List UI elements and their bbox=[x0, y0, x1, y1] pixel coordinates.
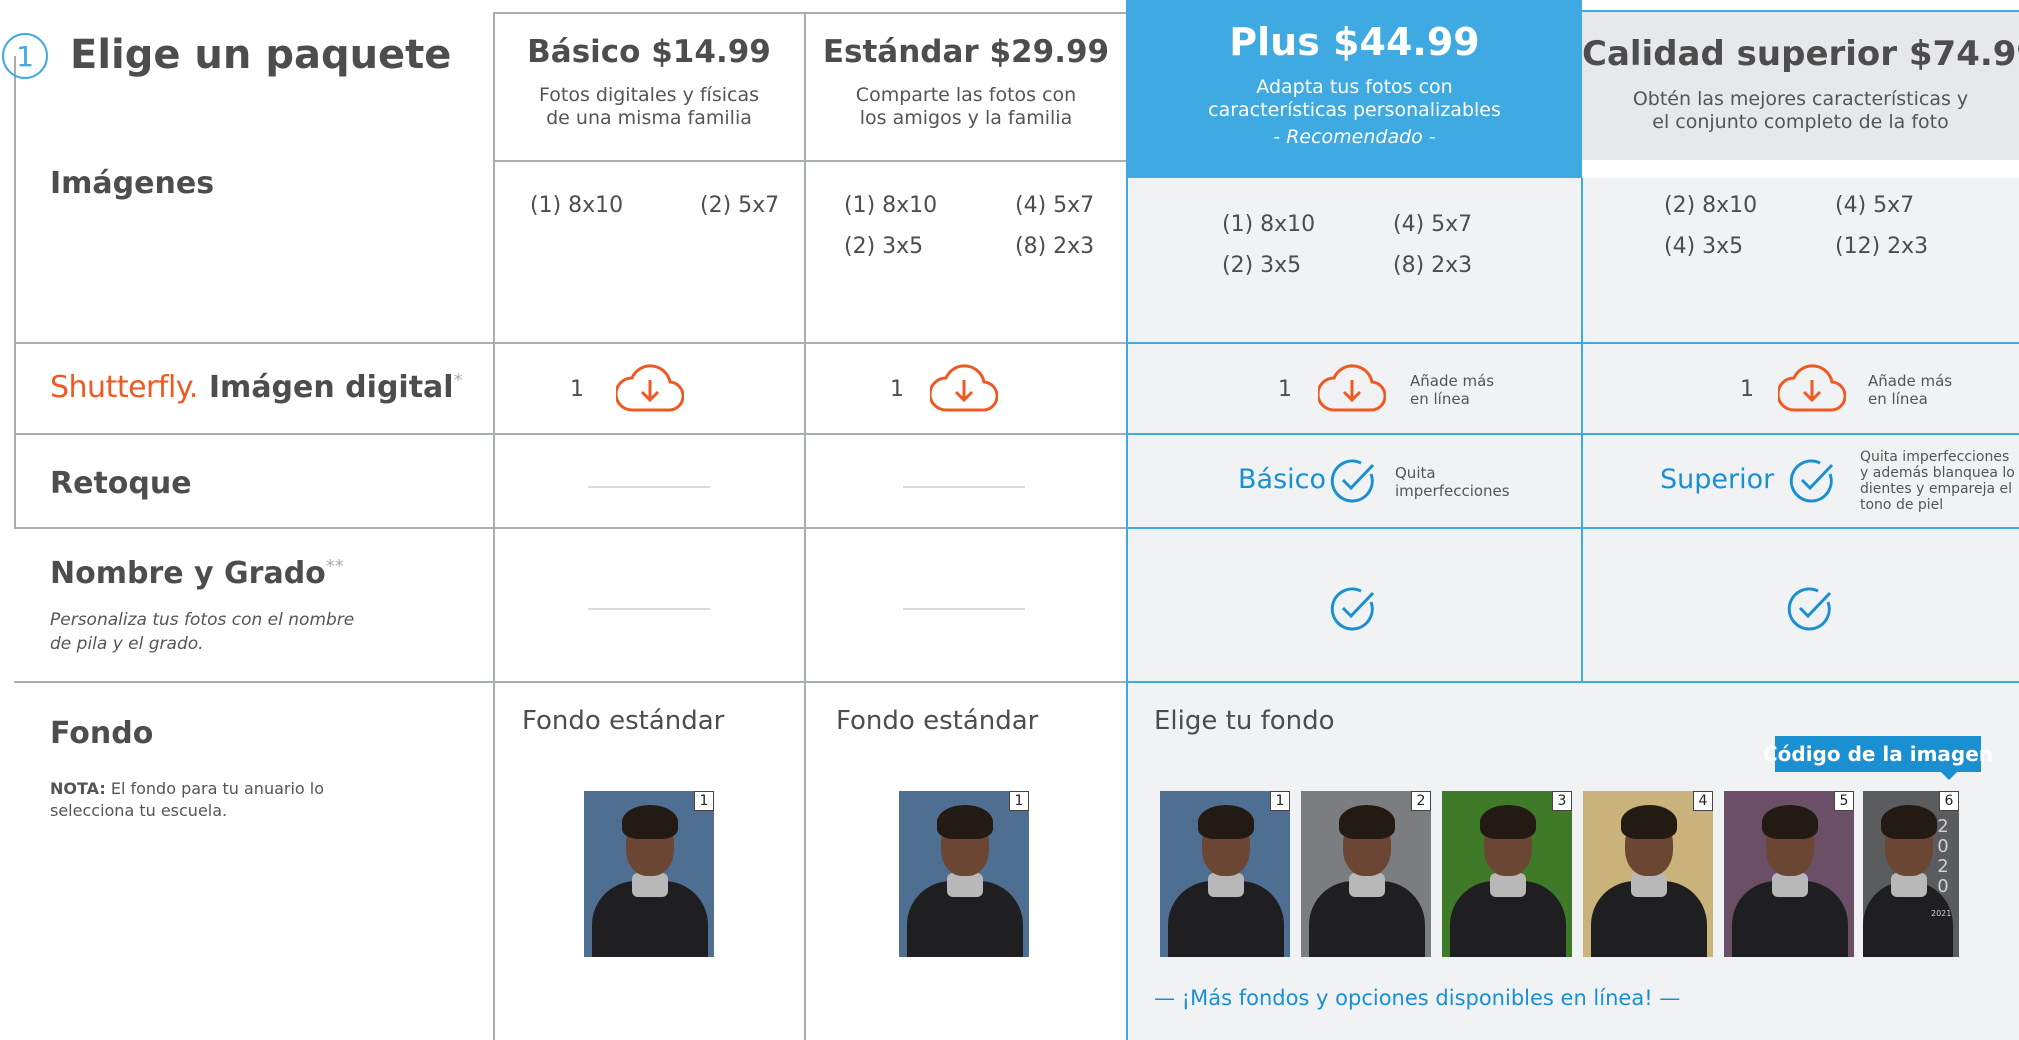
recommended-label: - Recomendado - bbox=[1273, 126, 1436, 148]
package-desc: Fotos digitales y físicas de una misma fa… bbox=[539, 84, 759, 129]
fondo-note: NOTA: El fondo para tu anuario lo selecc… bbox=[50, 779, 325, 820]
grid-line bbox=[14, 433, 1127, 435]
grid-line bbox=[1127, 681, 2019, 683]
package-name: Básico $14.99 bbox=[527, 34, 771, 70]
package-name: Estándar $29.99 bbox=[822, 34, 1110, 70]
print-size: (2) 3x5 bbox=[844, 234, 924, 259]
background-option-2[interactable]: 2 bbox=[1301, 791, 1431, 957]
footnote-mark: ** bbox=[325, 556, 344, 577]
grid-line bbox=[1581, 178, 1583, 682]
grid-line bbox=[494, 160, 1127, 162]
digital-count: 1 bbox=[1740, 377, 1754, 402]
check-circle-icon bbox=[1330, 459, 1375, 503]
nombre-note: Personaliza tus fotos con el nombre de pi… bbox=[50, 610, 355, 654]
grid-line bbox=[14, 681, 1127, 683]
package-name: Calidad superior $74.99 bbox=[1582, 34, 2019, 74]
package-desc: Adapta tus fotos con características pers… bbox=[1208, 76, 1501, 121]
fondo-title: Fondo estándar bbox=[522, 706, 725, 736]
print-size: (8) 2x3 bbox=[1015, 234, 1095, 259]
page-title: Elige un paquete bbox=[70, 32, 452, 78]
grid-line bbox=[804, 12, 806, 1040]
cloud-download-icon bbox=[930, 364, 998, 412]
package-desc: Obtén las mejores características y el co… bbox=[1632, 88, 1969, 133]
cloud-download-icon bbox=[1318, 364, 1386, 412]
package-estandar[interactable]: Estándar $29.99 Comparte las fotos con lo… bbox=[806, 34, 1126, 130]
grid-line bbox=[14, 342, 1127, 344]
background-option-6[interactable]: 2020 2021 6 bbox=[1863, 791, 1959, 957]
footnote-mark: * bbox=[453, 370, 463, 391]
print-size: (1) 8x10 bbox=[1222, 212, 1316, 237]
background-photo[interactable]: 1 bbox=[899, 791, 1029, 957]
row-label-fondo: Fondo bbox=[50, 716, 154, 751]
background-option-5[interactable]: 5 bbox=[1724, 791, 1854, 957]
grid-line bbox=[494, 12, 1127, 14]
not-included-dash bbox=[588, 608, 710, 610]
not-included-dash bbox=[903, 486, 1025, 488]
print-size: (2) 8x10 bbox=[1664, 193, 1758, 218]
step-number: 1 bbox=[2, 33, 48, 79]
print-size: (2) 3x5 bbox=[1222, 253, 1302, 278]
row-label-imagenes: Imágenes bbox=[50, 166, 215, 201]
add-more-online: Añade más en línea bbox=[1868, 372, 1953, 408]
print-size: (1) 8x10 bbox=[844, 193, 938, 218]
retouch-note: Quita imperfecciones y además blanquea l… bbox=[1860, 449, 2015, 513]
background-option-3[interactable]: 3 bbox=[1442, 791, 1572, 957]
not-included-dash bbox=[903, 608, 1025, 610]
package-plus[interactable]: Plus $44.99 Adapta tus fotos con caracter… bbox=[1128, 20, 1581, 149]
check-circle-icon bbox=[1330, 587, 1375, 631]
digital-label: Imágen digital bbox=[208, 370, 454, 405]
more-backgrounds-online[interactable]: — ¡Más fondos y opciones disponibles en … bbox=[1154, 986, 1680, 1010]
digital-count: 1 bbox=[890, 377, 904, 402]
grid-line bbox=[14, 56, 16, 528]
grid-line bbox=[1127, 342, 2019, 344]
print-size: (12) 2x3 bbox=[1835, 234, 1929, 259]
background-photo[interactable]: 1 bbox=[584, 791, 714, 957]
row-label-nombre: Nombre y Grado** bbox=[50, 556, 344, 591]
grid-line bbox=[14, 527, 1127, 529]
retouch-note: Quita imperfecciones bbox=[1395, 464, 1510, 500]
background-option-1[interactable]: 1 bbox=[1160, 791, 1290, 957]
print-size: (2) 5x7 bbox=[700, 193, 780, 218]
add-more-online: Añade más en línea bbox=[1410, 372, 1495, 408]
package-name: Plus $44.99 bbox=[1229, 20, 1480, 64]
grid-line bbox=[1126, 0, 1128, 1040]
print-size: (4) 5x7 bbox=[1835, 193, 1915, 218]
package-basico[interactable]: Básico $14.99 Fotos digitales y físicas d… bbox=[494, 34, 804, 130]
not-included-dash bbox=[588, 486, 710, 488]
print-size: (4) 5x7 bbox=[1015, 193, 1095, 218]
cloud-download-icon bbox=[1778, 364, 1846, 412]
fondo-title: Elige tu fondo bbox=[1154, 706, 1335, 736]
grid-line bbox=[1582, 10, 2019, 12]
row-label-retoque: Retoque bbox=[50, 466, 192, 501]
year-sub: 2021 bbox=[1931, 909, 1952, 918]
digital-count: 1 bbox=[1278, 377, 1292, 402]
row-label-digital: Shutterfly. Imágen digital* bbox=[50, 370, 463, 405]
retouch-level: Básico bbox=[1238, 464, 1327, 495]
check-circle-icon bbox=[1789, 459, 1834, 503]
grid-line bbox=[1127, 433, 2019, 435]
print-size: (1) 8x10 bbox=[530, 193, 624, 218]
print-size: (4) 5x7 bbox=[1393, 212, 1473, 237]
check-circle-icon bbox=[1787, 587, 1832, 631]
print-size: (8) 2x3 bbox=[1393, 253, 1473, 278]
image-code-badge: Código de la imagen bbox=[1763, 736, 1993, 780]
print-size: (4) 3x5 bbox=[1664, 234, 1744, 259]
grid-line bbox=[493, 12, 495, 1040]
digital-count: 1 bbox=[570, 377, 584, 402]
background-option-4[interactable]: 4 bbox=[1583, 791, 1713, 957]
year-text: 2020 bbox=[1937, 816, 1949, 897]
retouch-level: Superior bbox=[1660, 464, 1775, 495]
package-superior[interactable]: Calidad superior $74.99 Obtén las mejore… bbox=[1582, 34, 2019, 134]
cloud-download-icon bbox=[616, 364, 684, 412]
shutterfly-logo: Shutterfly. bbox=[50, 370, 198, 405]
fondo-title: Fondo estándar bbox=[836, 706, 1039, 736]
package-desc: Comparte las fotos con los amigos y la fa… bbox=[855, 84, 1077, 129]
grid-line bbox=[1127, 527, 2019, 529]
